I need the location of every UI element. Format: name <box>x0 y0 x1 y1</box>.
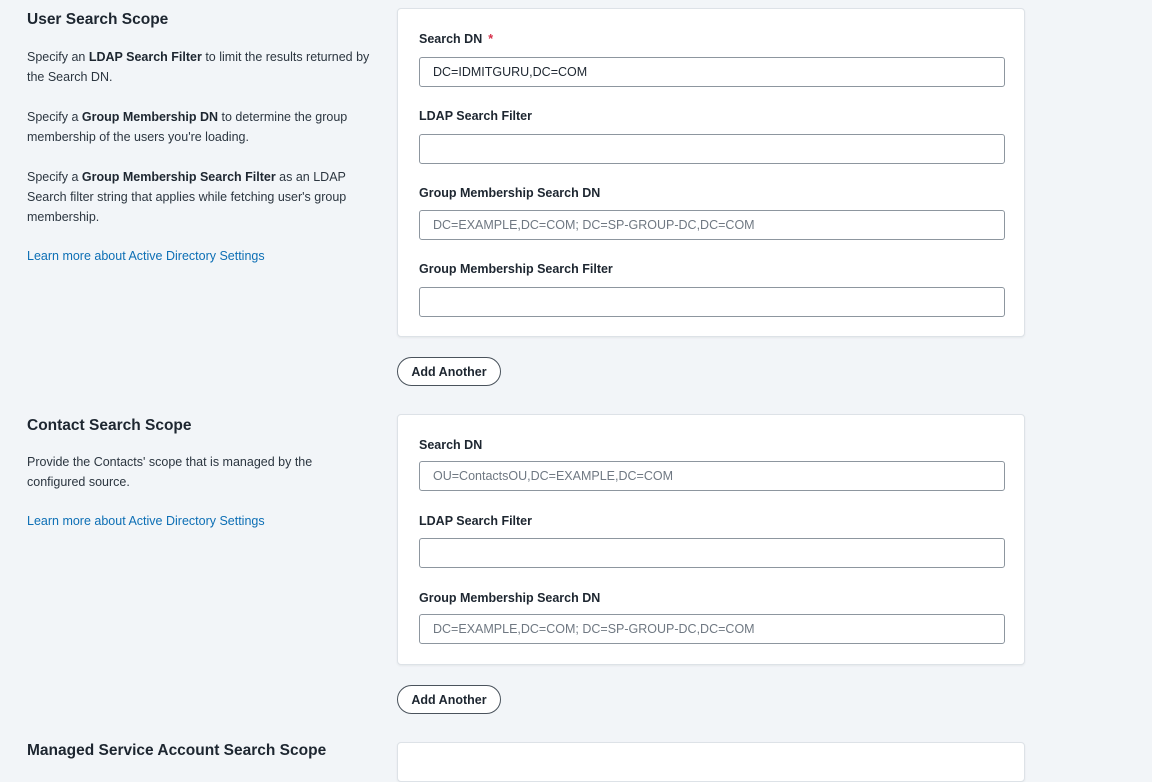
user-search-dn-input[interactable] <box>419 57 1005 87</box>
contact-scope-add-another-button[interactable]: Add Another <box>397 685 501 714</box>
user-search-dn-label: Search DN * <box>419 32 494 46</box>
user-scope-learn-more-link[interactable]: Learn more about Active Directory Settin… <box>27 249 265 263</box>
user-scope-desc-group-filter: Specify a Group Membership Search Filter… <box>27 170 347 224</box>
user-ldap-filter-input[interactable] <box>419 134 1005 164</box>
user-group-filter-label: Group Membership Search Filter <box>419 262 613 276</box>
user-group-dn-label: Group Membership Search DN <box>419 186 601 200</box>
required-indicator: * <box>488 32 494 46</box>
contact-ldap-filter-label: LDAP Search Filter <box>419 514 533 528</box>
user-ldap-filter-label: LDAP Search Filter <box>419 109 533 123</box>
contact-search-scope-title: Contact Search Scope <box>27 417 192 434</box>
user-search-scope-title: User Search Scope <box>27 11 169 28</box>
user-scope-desc-group-dn: Specify a Group Membership DN to determi… <box>27 110 348 144</box>
contact-scope-desc: Provide the Contacts' scope that is mana… <box>27 455 313 489</box>
contact-ldap-filter-input[interactable] <box>419 538 1005 568</box>
user-scope-desc-ldap-filter: Specify an LDAP Search Filter to limit t… <box>27 50 370 84</box>
user-search-scope-card: Search DN* LDAP Search Filter Group Memb… <box>397 8 1025 337</box>
managed-service-account-scope-card <box>397 742 1025 782</box>
contact-group-dn-label: Group Membership Search DN <box>419 591 601 605</box>
contact-search-scope-card: Search DN LDAP Search Filter Group Membe… <box>397 414 1025 665</box>
contact-search-dn-label: Search DN <box>419 438 483 452</box>
managed-service-account-scope-title: Managed Service Account Search Scope <box>27 742 327 759</box>
user-group-dn-input[interactable] <box>419 210 1005 240</box>
contact-search-dn-input[interactable] <box>419 461 1005 491</box>
user-scope-add-another-button[interactable]: Add Another <box>397 357 501 386</box>
user-group-filter-input[interactable] <box>419 287 1005 317</box>
contact-scope-learn-more-link[interactable]: Learn more about Active Directory Settin… <box>27 514 265 528</box>
contact-group-dn-input[interactable] <box>419 614 1005 644</box>
